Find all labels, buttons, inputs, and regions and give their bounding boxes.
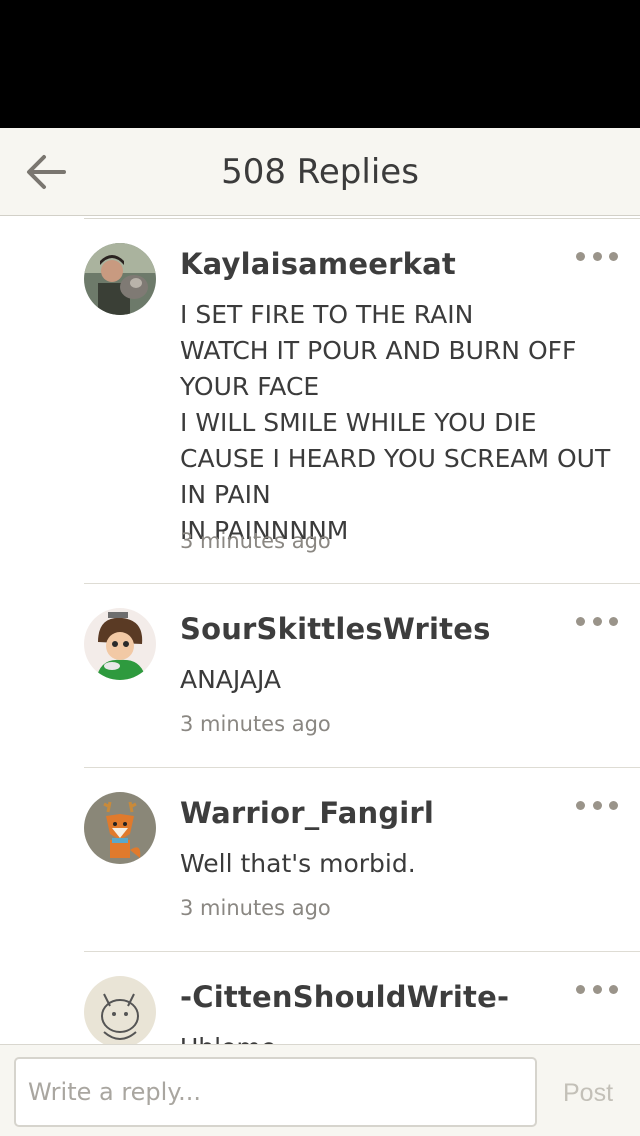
more-dots-icon	[576, 800, 585, 810]
comment-body: I SET FIRE TO THE RAIN WATCH IT POUR AND…	[180, 300, 611, 545]
timestamp: 3 minutes ago	[180, 896, 331, 920]
avatar[interactable]	[84, 792, 156, 864]
comment-item: Warrior_Fangirl Well that's morbid. 3 mi…	[0, 768, 640, 952]
avatar[interactable]	[84, 243, 156, 315]
page-title: 508 Replies	[221, 152, 419, 192]
timestamp: 3 minutes ago	[180, 712, 331, 736]
post-button[interactable]: Post	[548, 1057, 628, 1127]
comment-text: I SET FIRE TO THE RAIN WATCH IT POUR AND…	[180, 297, 616, 549]
comment-body: Uhlome	[180, 1030, 616, 1044]
more-dots-icon	[609, 984, 618, 994]
username[interactable]: Kaylaisameerkat	[180, 247, 456, 281]
header: 508 Replies	[0, 128, 640, 216]
more-dots-icon	[592, 800, 602, 810]
comment-list[interactable]: Kaylaisameerkat I SET FIRE TO THE RAIN W…	[0, 219, 640, 1044]
comment-body: Well that's morbid.	[180, 849, 416, 878]
comment-item: Kaylaisameerkat I SET FIRE TO THE RAIN W…	[0, 219, 640, 584]
more-dots-icon	[592, 616, 602, 626]
reply-input[interactable]	[14, 1057, 537, 1127]
more-options-button[interactable]	[576, 798, 618, 812]
more-dots-icon	[592, 251, 602, 261]
comment-item: -CittenShouldWrite- Uhlome	[0, 952, 640, 1044]
reply-bar: Post	[0, 1044, 640, 1136]
more-dots-icon	[576, 984, 585, 994]
more-dots-icon	[609, 251, 618, 261]
more-dots-icon	[576, 616, 585, 626]
more-dots-icon	[609, 800, 618, 810]
avatar[interactable]	[84, 976, 156, 1044]
comment-item: SourSkittlesWrites ANAJAJA 3 minutes ago	[0, 584, 640, 768]
username[interactable]: -CittenShouldWrite-	[180, 980, 509, 1014]
comment-text: Well that's morbid.	[180, 846, 616, 882]
comment-body: ANAJAJA	[180, 665, 281, 694]
comment-text: Uhlome	[180, 1030, 616, 1044]
username[interactable]: SourSkittlesWrites	[180, 612, 491, 646]
avatar[interactable]	[84, 608, 156, 680]
more-options-button[interactable]	[576, 982, 618, 996]
status-bar	[0, 0, 640, 128]
timestamp: 3 minutes ago	[180, 529, 331, 553]
more-dots-icon	[576, 251, 585, 261]
more-dots-icon	[609, 616, 618, 626]
more-options-button[interactable]	[576, 614, 618, 628]
username[interactable]: Warrior_Fangirl	[180, 796, 434, 830]
more-dots-icon	[592, 984, 602, 994]
more-options-button[interactable]	[576, 249, 618, 263]
comment-text: ANAJAJA	[180, 662, 616, 698]
